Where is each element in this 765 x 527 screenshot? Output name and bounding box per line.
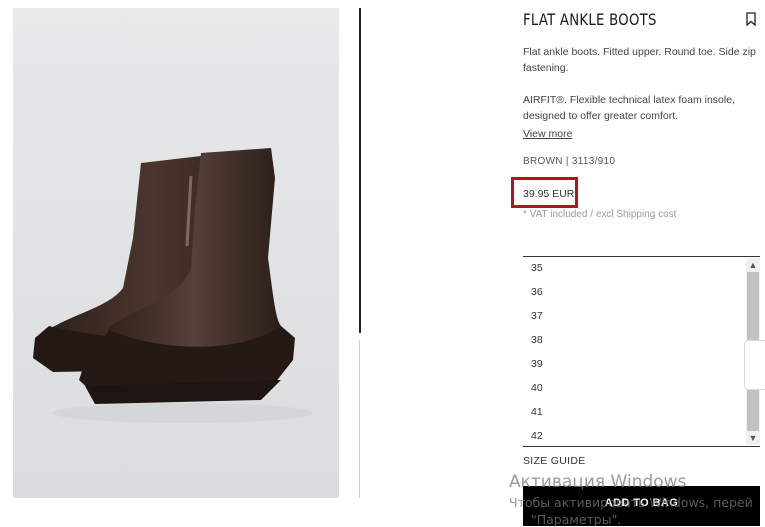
size-option-37[interactable]: 37: [531, 310, 543, 322]
side-panel-tab[interactable]: [744, 340, 765, 390]
size-option-42[interactable]: 42: [531, 430, 543, 442]
gallery-scroll-indicator[interactable]: [359, 8, 361, 333]
size-selector-list[interactable]: 35 36 37 38 39 40 41 42 ▲ ▼: [523, 256, 760, 447]
size-guide-link[interactable]: SIZE GUIDE: [523, 455, 586, 467]
bookmark-icon[interactable]: [745, 12, 757, 27]
size-option-41[interactable]: 41: [531, 406, 543, 418]
chevron-down-icon[interactable]: ▼: [746, 431, 760, 445]
add-to-bag-button[interactable]: ADD TO BAG: [523, 486, 760, 526]
size-option-40[interactable]: 40: [531, 382, 543, 394]
product-image: [13, 8, 339, 498]
vat-note: * VAT included / excl Shipping cost: [523, 209, 677, 220]
color-reference: BROWN | 3113/910: [523, 156, 616, 167]
product-price: 39.95 EUR: [523, 188, 575, 200]
view-more-link[interactable]: View more: [523, 128, 572, 140]
size-option-38[interactable]: 38: [531, 334, 543, 346]
product-title: FLAT ANKLE BOOTS: [523, 10, 657, 29]
product-description: Flat ankle boots. Fitted upper. Round to…: [523, 46, 756, 74]
airfit-description: AIRFIT®. Flexible technical latex foam i…: [523, 94, 735, 122]
ankle-boots-photo: [33, 148, 313, 423]
chevron-up-icon[interactable]: ▲: [746, 258, 760, 272]
size-option-39[interactable]: 39: [531, 358, 543, 370]
size-option-36[interactable]: 36: [531, 286, 543, 298]
gallery-scroll-track: [359, 340, 360, 498]
size-option-35[interactable]: 35: [531, 262, 543, 274]
product-info-panel: FLAT ANKLE BOOTS Flat ankle boots. Fitte…: [511, 0, 765, 526]
